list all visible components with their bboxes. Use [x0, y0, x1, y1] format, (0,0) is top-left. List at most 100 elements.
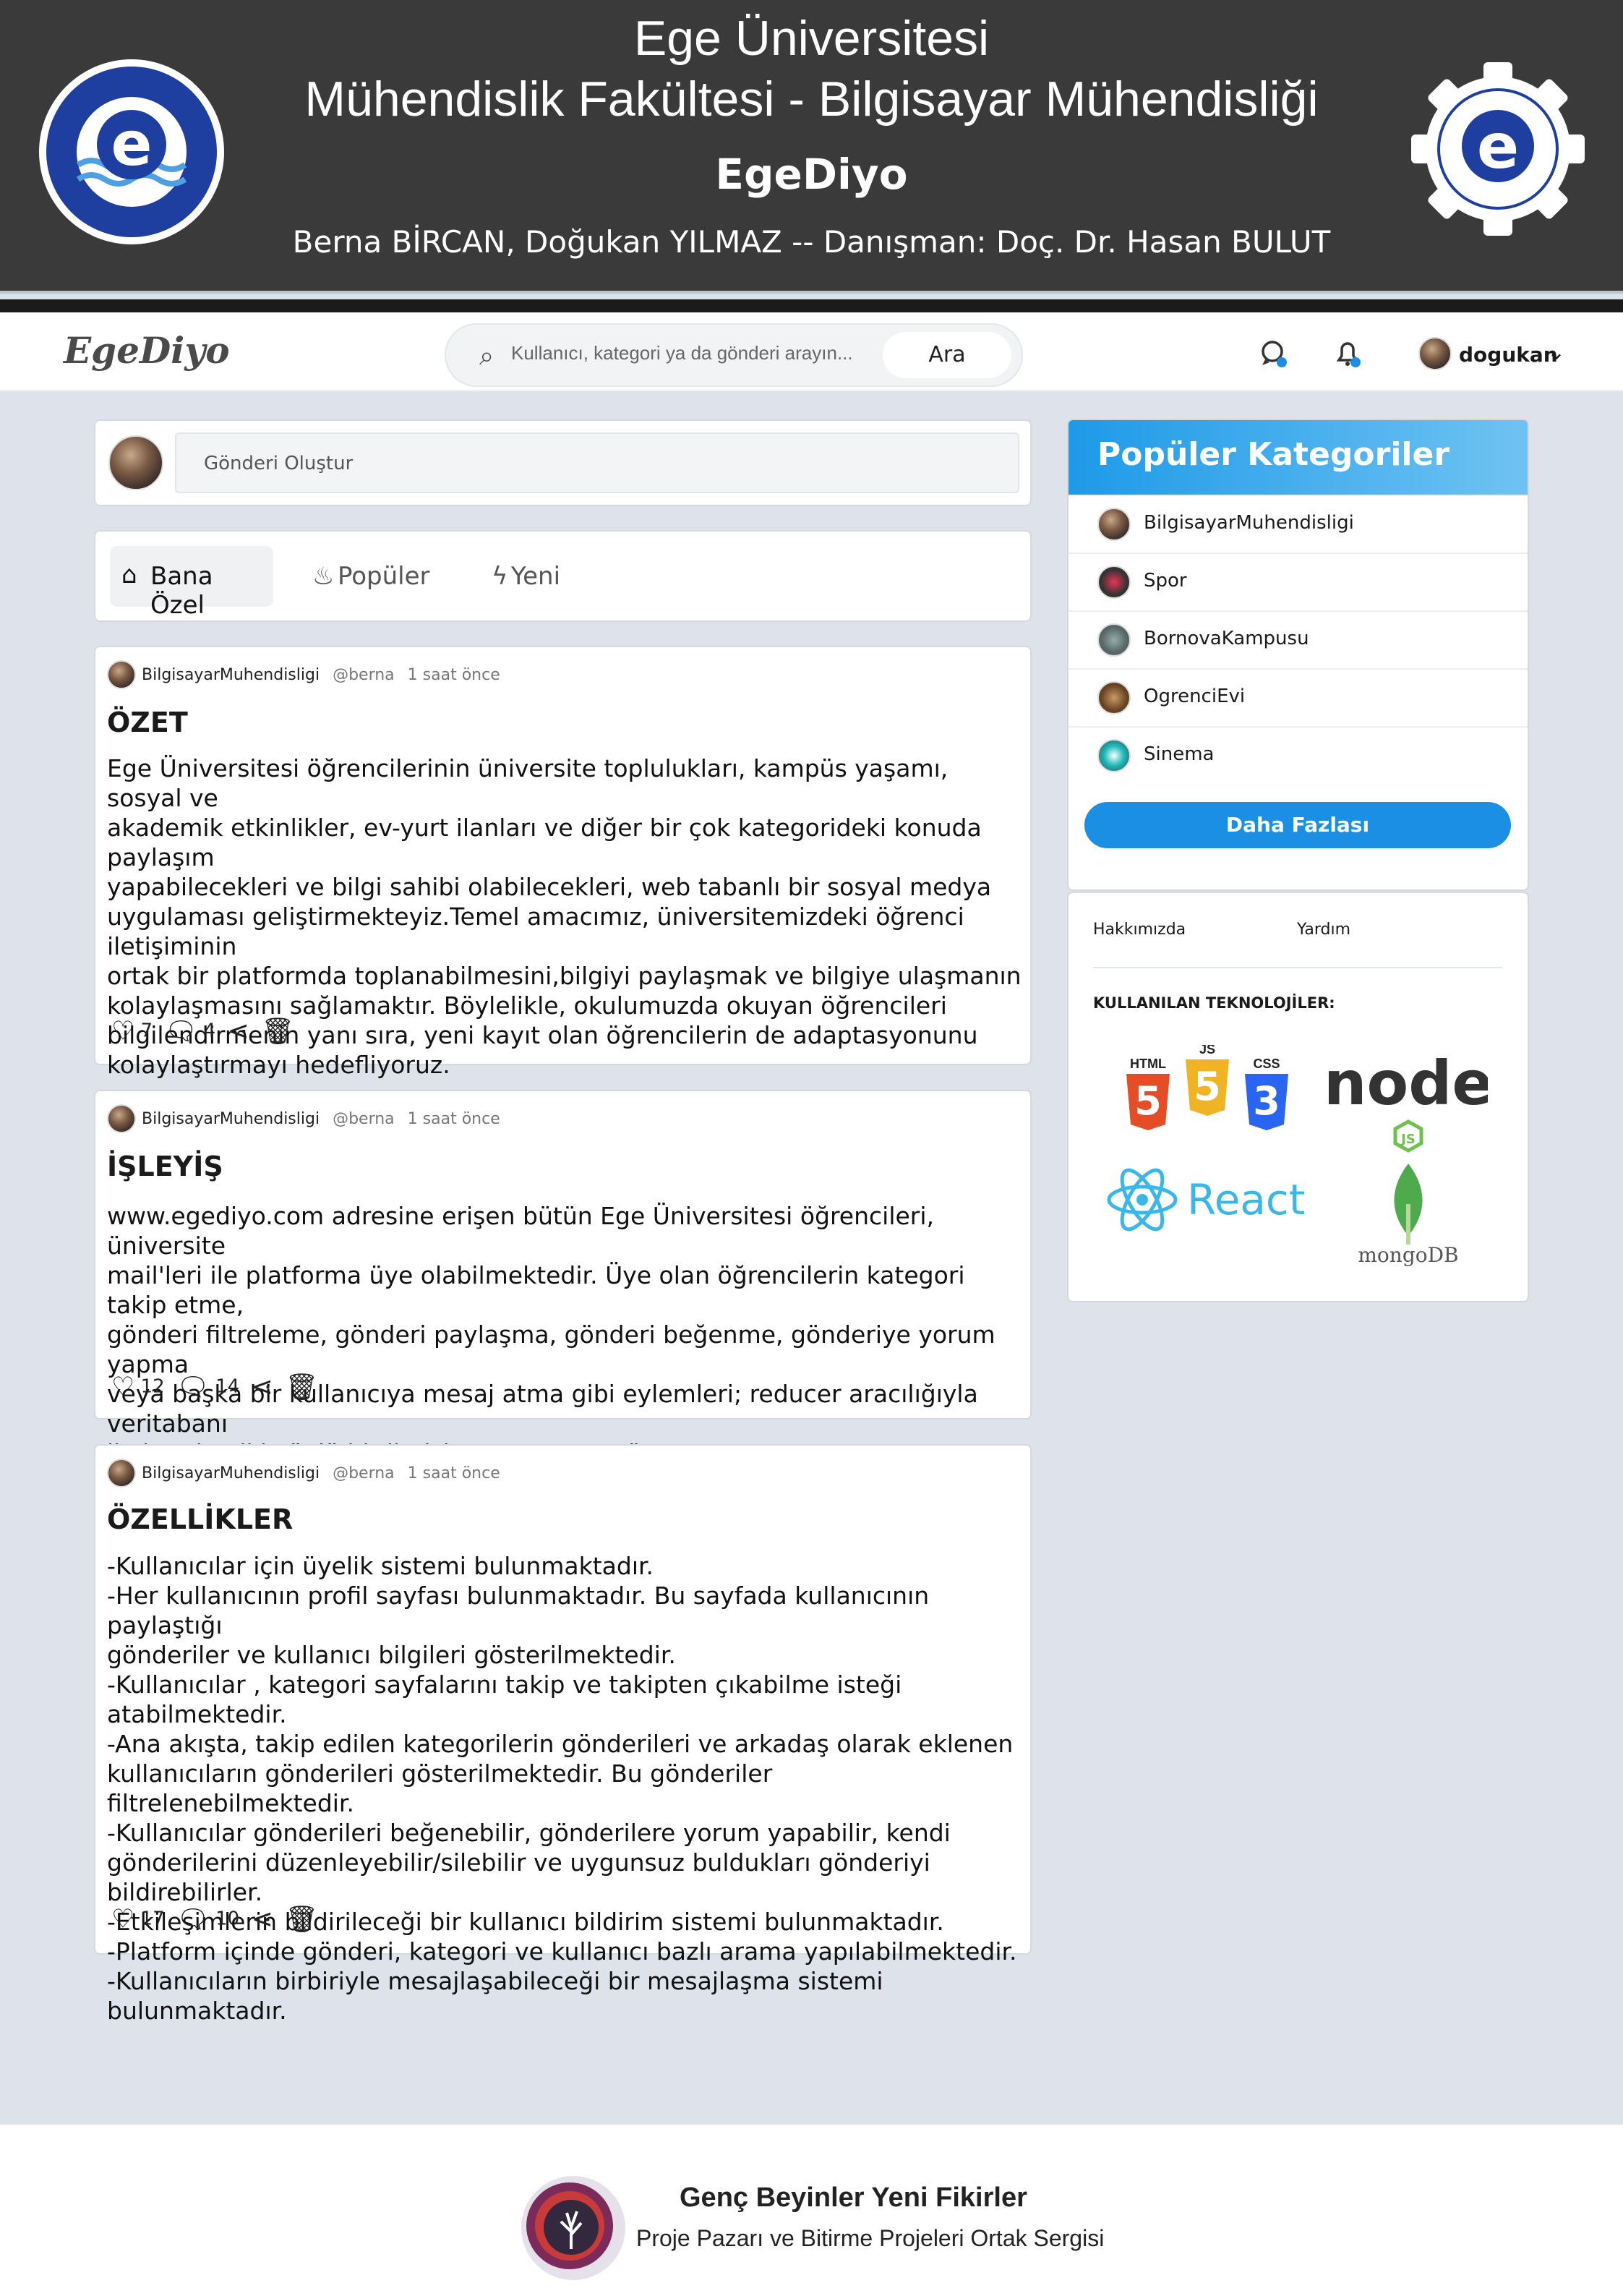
- post-category[interactable]: BilgisayarMuhendisligi: [142, 666, 320, 684]
- post-card: BilgisayarMuhendisligi @berna 1 saat önce …: [94, 1444, 1032, 2025]
- about-link[interactable]: Hakkımızda: [1093, 921, 1186, 939]
- post-author[interactable]: @berna: [333, 1110, 395, 1128]
- category-avatar: [1097, 508, 1131, 541]
- post-title[interactable]: İŞLEYİŞ: [107, 1151, 223, 1182]
- search-button[interactable]: Ara: [883, 332, 1011, 378]
- html-css-js-logos: HTML 5 JS 5 CSS 3: [1126, 1045, 1288, 1130]
- trash-icon[interactable]: 🗑: [285, 1905, 318, 1934]
- share-icon[interactable]: ⋖: [228, 1017, 249, 1046]
- post-body: www.egediyo.com adresine erişen bütün Eg…: [107, 1202, 995, 1467]
- faculty-title: Mühendislik Fakültesi - Bilgisayar Mühen…: [304, 72, 1319, 127]
- composer-input[interactable]: Gönderi Oluştur: [175, 432, 1019, 493]
- post-actions: ♡ 12 🗨 14 ⋖ 🗑: [111, 1372, 318, 1403]
- post-time: 1 saat önce: [407, 1110, 500, 1128]
- category-item[interactable]: BilgisayarMuhendisligi: [1069, 495, 1528, 552]
- svg-text:JS: JS: [1400, 1132, 1416, 1147]
- svg-text:e: e: [1477, 111, 1519, 183]
- university-title: Ege Üniversitesi: [633, 11, 990, 66]
- feed-tabs: ⌂ Bana Özel ♨ Popüler ϟ Yeni: [94, 530, 1032, 622]
- post-card: BilgisayarMuhendisligi @berna 1 saat önce …: [94, 646, 1032, 1079]
- tab-bana-ozel[interactable]: ⌂ Bana Özel: [110, 546, 273, 620]
- heart-icon[interactable]: ♡: [111, 1905, 134, 1934]
- user-avatar[interactable]: [1418, 337, 1452, 370]
- share-icon[interactable]: ⋖: [252, 1373, 273, 1402]
- flame-icon: ♨: [312, 562, 335, 591]
- trash-icon[interactable]: 🗑: [261, 1017, 294, 1046]
- comment-count: 14: [215, 1375, 240, 1398]
- messages-icon[interactable]: [1258, 337, 1290, 376]
- post-title[interactable]: ÖZET: [107, 707, 188, 738]
- tab-label: Yeni: [510, 562, 561, 591]
- more-categories-button[interactable]: Daha Fazlası: [1084, 802, 1511, 848]
- ege-university-seal-logo: e: [39, 59, 224, 244]
- help-link[interactable]: Yardım: [1297, 921, 1350, 939]
- like-count: 12: [140, 1375, 165, 1398]
- trash-icon[interactable]: 🗑: [285, 1373, 318, 1402]
- search-bar[interactable]: ⌕ Kullanıcı, kategori ya da gönderi aray…: [445, 323, 1023, 387]
- search-input[interactable]: Kullanıcı, kategori ya da gönderi arayın…: [511, 342, 853, 364]
- username-label[interactable]: dogukan: [1459, 343, 1558, 367]
- react-logo: React: [1107, 1168, 1306, 1232]
- tab-label: Popüler: [337, 562, 430, 591]
- category-item[interactable]: Sinema: [1069, 726, 1528, 784]
- home-icon: ⌂: [121, 560, 137, 589]
- category-name: Sinema: [1144, 743, 1215, 765]
- post-meta: BilgisayarMuhendisligi @berna 1 saat önce: [142, 666, 500, 684]
- about-panel: Hakkımızda Yardım KULLANILAN TEKNOLOJİLE…: [1067, 892, 1529, 1302]
- post-author[interactable]: @berna: [333, 1464, 395, 1482]
- heart-icon[interactable]: ♡: [111, 1017, 134, 1046]
- tab-populer[interactable]: ♨ Popüler: [312, 562, 430, 591]
- tab-label: Bana Özel: [150, 562, 213, 620]
- category-item[interactable]: OgrenciEvi: [1069, 668, 1528, 726]
- category-avatar: [1097, 566, 1131, 599]
- post-author[interactable]: @berna: [333, 666, 395, 684]
- react-logo-text: React: [1187, 1175, 1306, 1224]
- post-category-avatar: [107, 660, 136, 689]
- genc-beyinler-logo: [521, 2176, 625, 2280]
- category-item[interactable]: Spor: [1069, 552, 1528, 610]
- authors-line: Berna BİRCAN, Doğukan YILMAZ -- Danışman…: [292, 224, 1331, 260]
- svg-text:5: 5: [1134, 1078, 1162, 1124]
- post-category[interactable]: BilgisayarMuhendisligi: [142, 1464, 320, 1482]
- svg-text:5: 5: [1194, 1064, 1221, 1109]
- svg-text:e: e: [111, 108, 153, 179]
- js-logo-text: JS: [1199, 1045, 1215, 1057]
- comment-count: 4: [203, 1020, 216, 1042]
- like-count: 7: [140, 1020, 153, 1042]
- comment-icon[interactable]: 🗨: [176, 1905, 210, 1934]
- category-name: Spor: [1144, 570, 1187, 592]
- mongodb-logo-text: mongoDB: [1358, 1243, 1458, 1267]
- category-item[interactable]: BornovaKampusu: [1069, 610, 1528, 668]
- share-icon[interactable]: ⋖: [252, 1905, 273, 1934]
- post-category[interactable]: BilgisayarMuhendisligi: [142, 1110, 320, 1128]
- comment-icon[interactable]: 🗨: [176, 1373, 210, 1402]
- category-avatar: [1097, 623, 1131, 657]
- post-actions: ♡ 17 🗨 10 ⋖ 🗑: [111, 1904, 318, 1935]
- category-name: BornovaKampusu: [1144, 628, 1309, 649]
- search-icon: ⌕: [479, 341, 494, 370]
- post-card: BilgisayarMuhendisligi @berna 1 saat önce …: [94, 1090, 1032, 1467]
- footer-subtitle: Proje Pazarı ve Bitirme Projeleri Ortak …: [636, 2225, 1105, 2251]
- post-title[interactable]: ÖZELLİKLER: [107, 1503, 293, 1535]
- mongodb-logo: mongoDB: [1358, 1164, 1459, 1267]
- post-category-avatar: [107, 1104, 136, 1133]
- post-meta: BilgisayarMuhendisligi @berna 1 saat önce: [142, 1464, 500, 1482]
- post-meta: BilgisayarMuhendisligi @berna 1 saat önce: [142, 1110, 500, 1128]
- poster-banner: Ege Üniversitesi Mühendislik Fakültesi -…: [0, 0, 1623, 294]
- category-name: OgrenciEvi: [1144, 686, 1246, 707]
- comment-icon[interactable]: 🗨: [165, 1017, 198, 1046]
- like-count: 17: [140, 1908, 165, 1930]
- composer-avatar: [108, 435, 163, 490]
- tab-yeni[interactable]: ϟ Yeni: [492, 562, 560, 591]
- chevron-down-icon[interactable]: ⌄: [1547, 340, 1565, 365]
- heart-icon[interactable]: ♡: [111, 1373, 134, 1402]
- composer-placeholder: Gönderi Oluştur: [204, 453, 354, 474]
- app-logo[interactable]: EgeDiyo: [64, 329, 230, 372]
- notifications-bell-icon[interactable]: [1332, 337, 1363, 376]
- tech-heading: KULLANILAN TEKNOLOJİLER:: [1093, 994, 1335, 1012]
- popular-categories-title: Popüler Kategoriler: [1097, 436, 1450, 473]
- footer-title: Genç Beyinler Yeni Fikirler: [680, 2182, 1027, 2213]
- banner-separator: [0, 299, 1623, 312]
- comment-count: 10: [215, 1908, 240, 1930]
- category-name: BilgisayarMuhendisligi: [1144, 512, 1354, 534]
